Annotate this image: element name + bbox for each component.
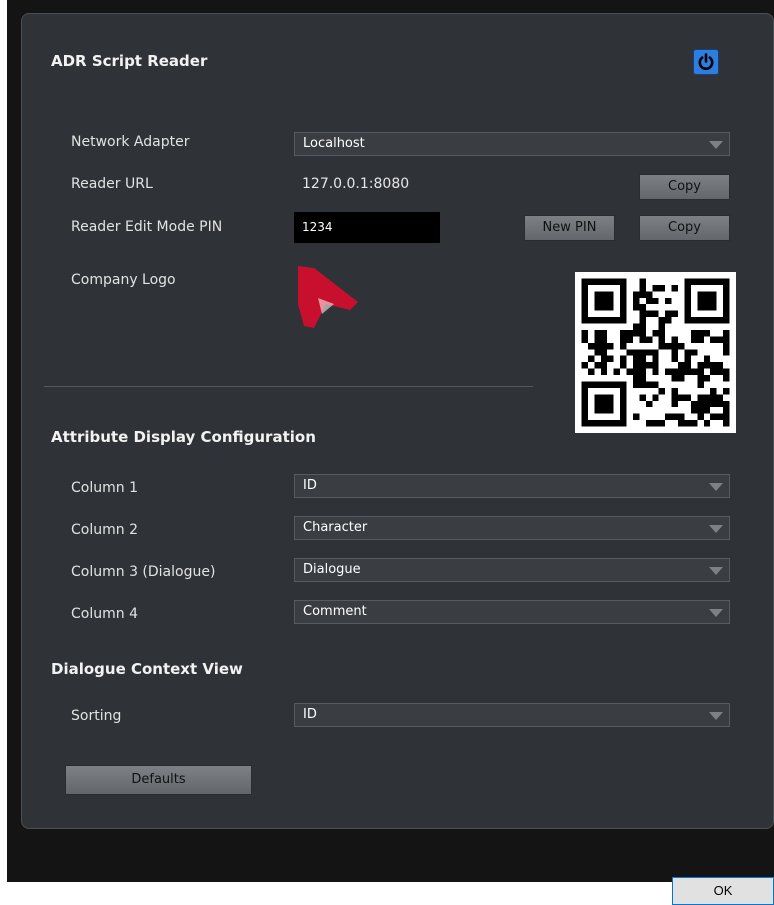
attribute-section-title: Attribute Display Configuration bbox=[51, 428, 316, 446]
column-4-dropdown[interactable]: Comment bbox=[294, 600, 730, 624]
network-adapter-dropdown[interactable]: Localhost bbox=[294, 132, 730, 156]
column-2-label: Column 2 bbox=[71, 522, 138, 538]
chevron-down-icon bbox=[709, 567, 723, 575]
column-3-value: Dialogue bbox=[303, 562, 361, 577]
ok-button[interactable]: OK bbox=[672, 877, 774, 905]
column-4-label: Column 4 bbox=[71, 606, 138, 622]
panel-title: ADR Script Reader bbox=[51, 52, 208, 70]
sorting-dropdown[interactable]: ID bbox=[294, 703, 730, 727]
settings-panel: ADR Script Reader Network Adapter Localh… bbox=[21, 13, 774, 829]
company-logo-label: Company Logo bbox=[71, 272, 176, 288]
copy-pin-button[interactable]: Copy bbox=[639, 215, 730, 241]
pin-label: Reader Edit Mode PIN bbox=[71, 219, 223, 235]
chevron-down-icon bbox=[709, 712, 723, 720]
sorting-value: ID bbox=[303, 707, 317, 722]
power-icon bbox=[698, 53, 714, 70]
column-1-value: ID bbox=[303, 478, 317, 493]
column-3-label: Column 3 (Dialogue) bbox=[71, 564, 216, 580]
network-adapter-value: Localhost bbox=[303, 136, 365, 151]
column-4-value: Comment bbox=[303, 604, 367, 619]
context-section-title: Dialogue Context View bbox=[51, 660, 243, 678]
section-divider bbox=[44, 386, 533, 387]
reader-url-label: Reader URL bbox=[71, 176, 153, 192]
chevron-down-icon bbox=[709, 483, 723, 491]
pin-field[interactable]: 1234 bbox=[294, 212, 440, 243]
column-1-dropdown[interactable]: ID bbox=[294, 474, 730, 498]
column-1-label: Column 1 bbox=[71, 480, 138, 496]
chevron-down-icon bbox=[709, 141, 723, 149]
column-3-dropdown[interactable]: Dialogue bbox=[294, 558, 730, 582]
power-button[interactable] bbox=[693, 49, 719, 75]
chevron-down-icon bbox=[709, 525, 723, 533]
defaults-button[interactable]: Defaults bbox=[65, 765, 252, 795]
sorting-label: Sorting bbox=[71, 708, 122, 724]
qr-code bbox=[575, 272, 736, 433]
column-2-dropdown[interactable]: Character bbox=[294, 516, 730, 540]
copy-url-button[interactable]: Copy bbox=[639, 174, 730, 200]
column-2-value: Character bbox=[303, 520, 368, 535]
network-adapter-label: Network Adapter bbox=[71, 134, 190, 150]
reader-url-value: 127.0.0.1:8080 bbox=[302, 176, 410, 192]
new-pin-button[interactable]: New PIN bbox=[524, 215, 615, 241]
company-logo[interactable] bbox=[294, 264, 360, 330]
dialog-window: ADR Script Reader Network Adapter Localh… bbox=[7, 0, 774, 882]
chevron-down-icon bbox=[709, 609, 723, 617]
